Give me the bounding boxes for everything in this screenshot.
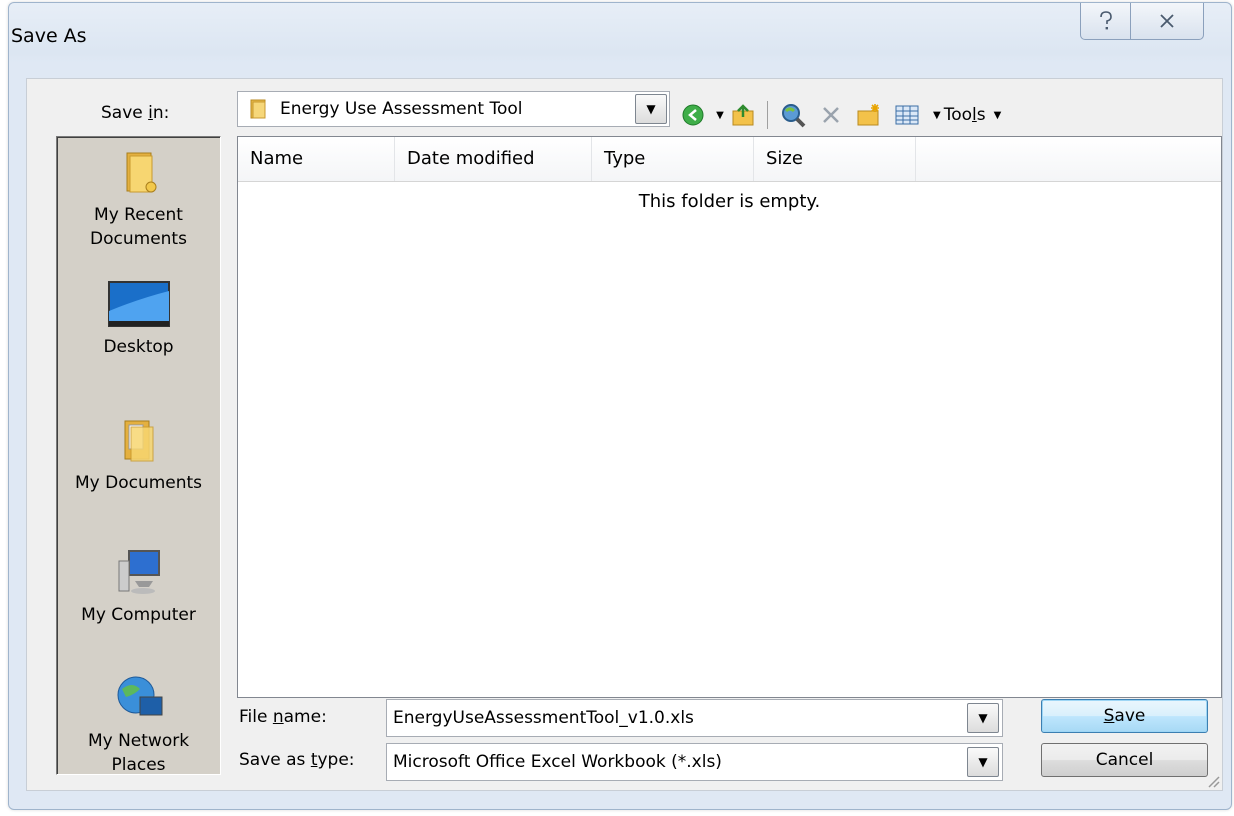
- place-my-network-places[interactable]: My Network Places: [57, 675, 220, 777]
- documents-folder-icon: [124, 420, 153, 462]
- chevron-down-icon: ▼: [646, 102, 656, 116]
- tools-dropdown-icon: ▼: [933, 109, 941, 121]
- file-list[interactable]: Name Date modified Type Size This folder…: [237, 136, 1222, 698]
- recent-folder-icon: [126, 152, 156, 193]
- save-in-dropdown-button[interactable]: ▼: [635, 94, 667, 124]
- search-web-button[interactable]: [777, 99, 809, 131]
- place-label: My Computer: [81, 605, 196, 625]
- up-folder-button[interactable]: [729, 99, 759, 131]
- back-arrow-icon: [682, 104, 704, 126]
- new-folder-button[interactable]: [853, 99, 885, 131]
- delete-button[interactable]: [815, 99, 847, 131]
- save-in-combo[interactable]: Energy Use Assessment Tool ▼: [237, 91, 670, 127]
- save-button-label: Save: [1103, 706, 1146, 726]
- save-as-type-label: Save as type:: [239, 750, 355, 770]
- cancel-button[interactable]: Cancel: [1041, 743, 1208, 777]
- views-icon: [895, 105, 919, 125]
- file-name-dropdown-button[interactable]: ▼: [967, 703, 999, 733]
- tools-menu[interactable]: ▼ Tools ▼: [933, 99, 1043, 131]
- column-header-name[interactable]: Name: [238, 137, 395, 181]
- search-web-icon: [782, 104, 806, 128]
- save-as-type-value: Microsoft Office Excel Workbook (*.xls): [393, 752, 722, 772]
- tools-label: Tools: [943, 105, 986, 125]
- save-in-value: Energy Use Assessment Tool: [280, 99, 523, 119]
- save-in-label: Save in:: [101, 103, 170, 123]
- help-button[interactable]: [1080, 3, 1132, 40]
- column-header-date-modified[interactable]: Date modified: [395, 137, 592, 181]
- help-icon: [1100, 11, 1112, 30]
- new-folder-icon: [857, 104, 879, 126]
- place-label: My Documents: [74, 473, 203, 493]
- network-icon: [117, 676, 162, 716]
- file-list-header: Name Date modified Type Size: [238, 137, 1221, 182]
- back-dropdown[interactable]: ▼: [713, 99, 727, 131]
- place-desktop[interactable]: Desktop: [57, 281, 220, 359]
- chevron-down-icon: ▼: [978, 711, 988, 725]
- place-label: My Network Places: [87, 731, 190, 775]
- desktop-icon: [107, 281, 170, 327]
- close-icon: [1160, 14, 1174, 28]
- resize-grip-icon[interactable]: [1204, 772, 1220, 788]
- views-button[interactable]: [891, 99, 923, 131]
- file-name-value: EnergyUseAssessmentTool_v1.0.xls: [393, 708, 694, 728]
- file-name-label: File name:: [239, 707, 327, 727]
- dialog-title: Save As: [11, 25, 87, 47]
- chevron-down-icon: ▼: [993, 109, 1002, 121]
- file-name-input[interactable]: EnergyUseAssessmentTool_v1.0.xls ▼: [386, 699, 1003, 737]
- places-bar: My Recent Documents Desktop My Documents: [56, 136, 221, 775]
- empty-folder-message: This folder is empty.: [638, 191, 821, 212]
- place-my-recent-documents[interactable]: My Recent Documents: [57, 149, 220, 251]
- place-my-documents[interactable]: My Documents: [57, 417, 220, 495]
- close-button[interactable]: [1130, 3, 1204, 40]
- computer-icon: [118, 550, 160, 594]
- place-label: Desktop: [103, 337, 174, 357]
- column-header-size[interactable]: Size: [754, 137, 916, 181]
- save-as-dialog: Save As Save in: Energy Use Assessment T…: [8, 2, 1232, 810]
- save-as-type-dropdown-button[interactable]: ▼: [967, 747, 999, 777]
- toolbar-separator: [767, 101, 768, 129]
- save-as-type-select[interactable]: Microsoft Office Excel Workbook (*.xls) …: [386, 743, 1003, 781]
- place-label: My Recent Documents: [90, 205, 187, 249]
- place-my-computer[interactable]: My Computer: [57, 547, 220, 627]
- chevron-down-icon: ▼: [978, 755, 988, 769]
- up-folder-icon: [732, 104, 754, 126]
- back-button[interactable]: [677, 99, 709, 131]
- column-header-type[interactable]: Type: [592, 137, 754, 181]
- delete-icon: [823, 107, 839, 123]
- folder-icon: [250, 99, 266, 119]
- save-button[interactable]: Save: [1041, 699, 1208, 733]
- dialog-client-area: Save in: Energy Use Assessment Tool ▼ ▼: [26, 78, 1223, 791]
